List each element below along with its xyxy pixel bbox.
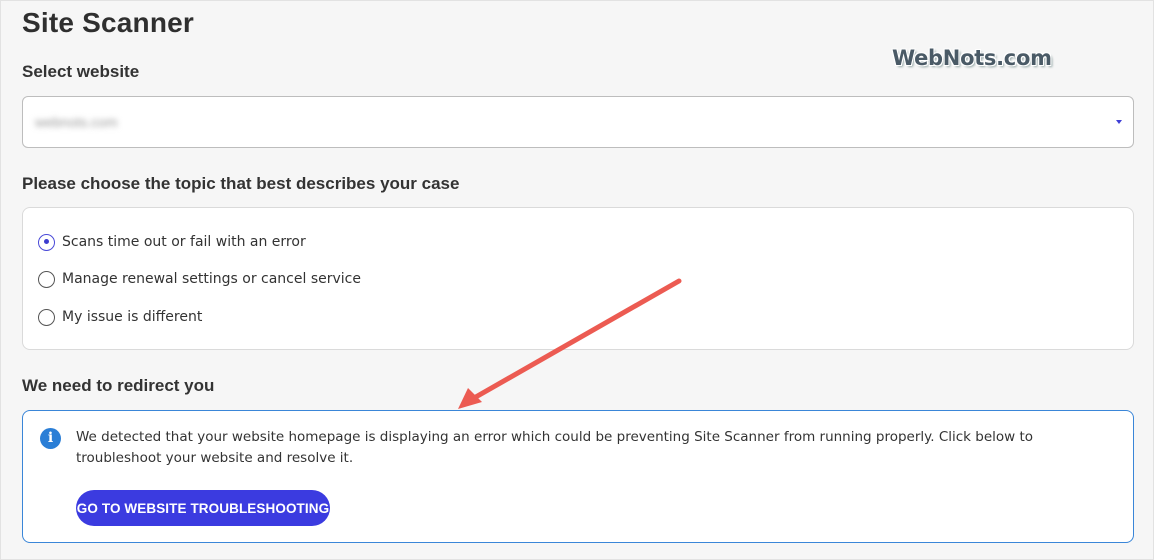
- topic-option-different[interactable]: My issue is different: [38, 307, 202, 327]
- radio-button-checked[interactable]: [38, 233, 55, 251]
- select-website-label: Select website: [22, 62, 140, 81]
- website-select[interactable]: webnots.com: [22, 96, 1134, 148]
- site-scanner-page: Site Scanner WebNots.com Select website …: [0, 0, 1154, 560]
- redirect-message: We detected that your website homepage i…: [76, 429, 1034, 466]
- radio-button[interactable]: [38, 308, 55, 326]
- redirect-info-card: i We detected that your website homepage…: [22, 410, 1134, 543]
- redirect-label: We need to redirect you: [22, 376, 215, 395]
- topic-option-label: Scans time out or fail with an error: [62, 234, 306, 250]
- website-troubleshooting-button[interactable]: GO TO WEBSITE TROUBLESHOOTING: [76, 490, 330, 526]
- watermark-logo: WebNots.com: [892, 46, 1052, 70]
- caret-down-icon: [1116, 120, 1122, 124]
- topic-option-label: Manage renewal settings or cancel servic…: [62, 271, 361, 287]
- topic-options-card: Scans time out or fail with an error Man…: [22, 207, 1134, 350]
- topic-option-label: My issue is different: [62, 309, 203, 325]
- page-title: Site Scanner: [22, 7, 195, 38]
- topic-option-renewal[interactable]: Manage renewal settings or cancel servic…: [38, 269, 361, 289]
- topic-label: Please choose the topic that best descri…: [22, 174, 460, 193]
- info-icon: i: [40, 428, 61, 449]
- radio-button[interactable]: [38, 270, 55, 288]
- website-select-value: webnots.com: [35, 114, 118, 130]
- topic-option-scans-fail[interactable]: Scans time out or fail with an error: [38, 232, 306, 252]
